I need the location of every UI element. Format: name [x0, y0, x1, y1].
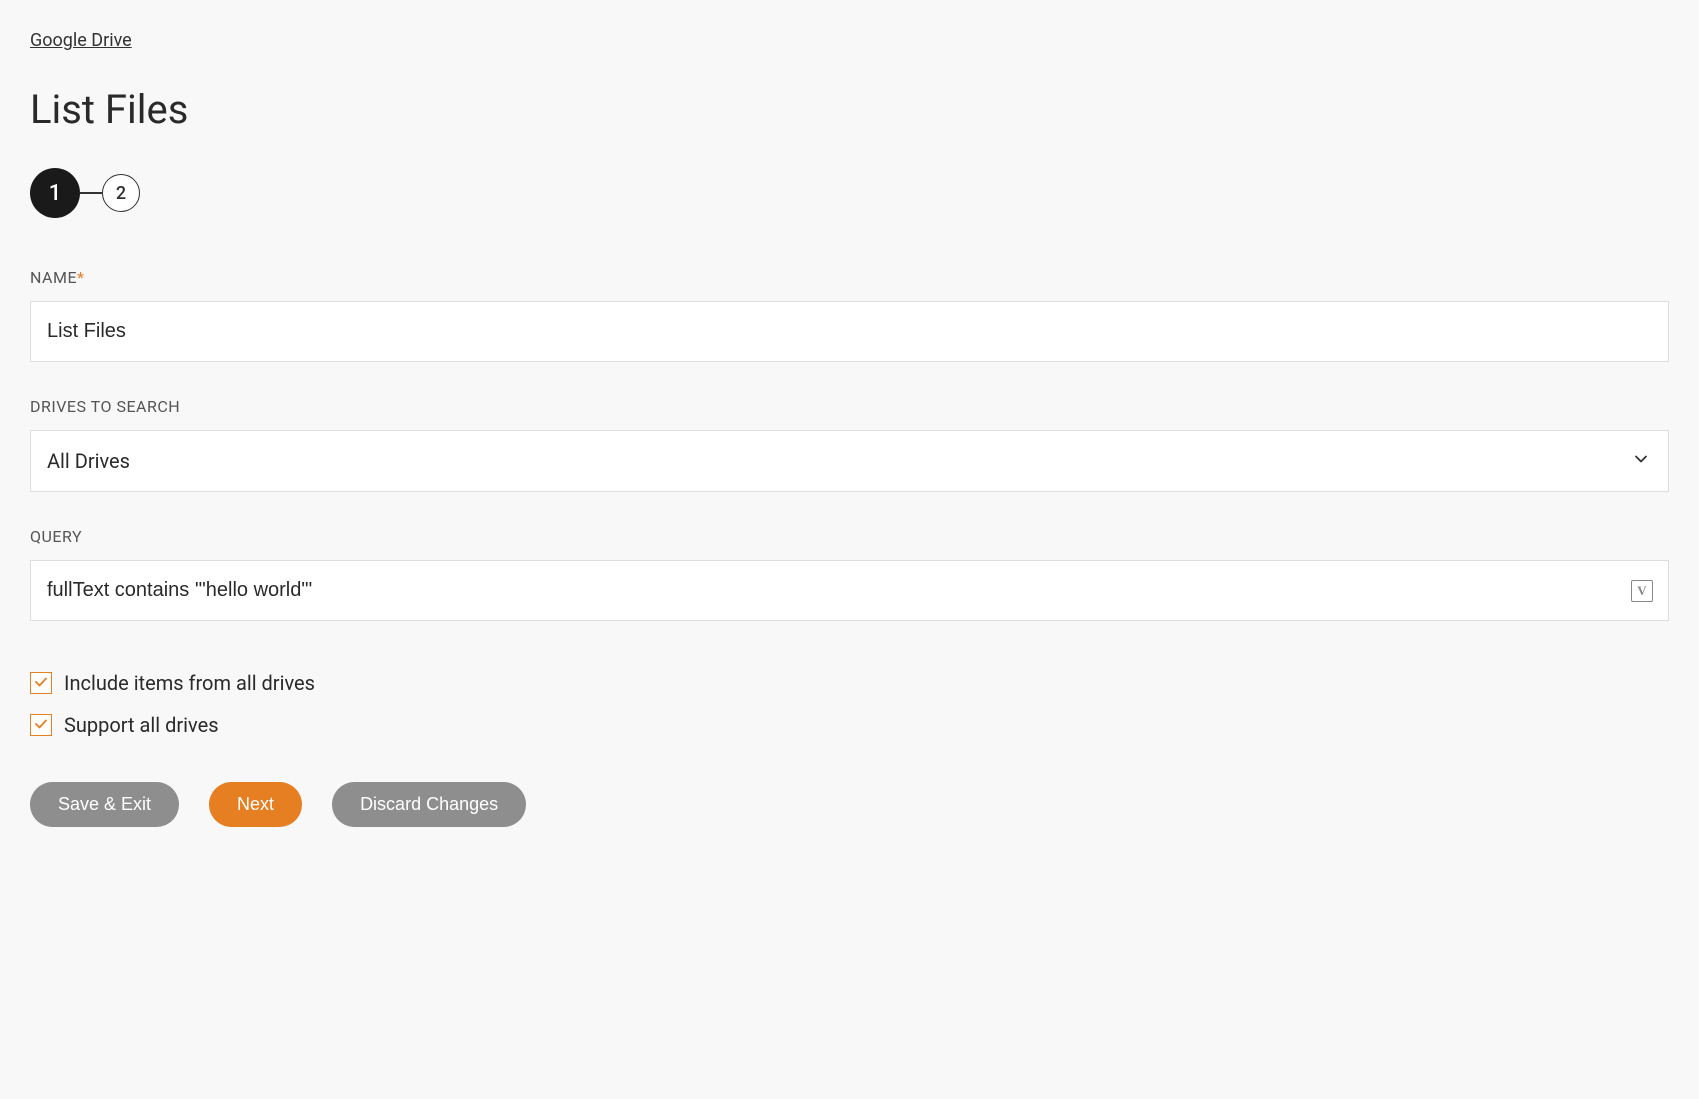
- step-indicator: 1 2: [30, 168, 1669, 218]
- query-input[interactable]: [30, 560, 1669, 621]
- step-1[interactable]: 1: [30, 168, 80, 218]
- include-all-drives-label: Include items from all drives: [64, 671, 315, 695]
- query-input-wrapper: V: [30, 560, 1669, 621]
- discard-changes-button[interactable]: Discard Changes: [332, 782, 526, 827]
- next-button[interactable]: Next: [209, 782, 302, 827]
- drives-select-wrapper: All Drives: [30, 430, 1669, 492]
- required-indicator: *: [77, 268, 84, 287]
- variable-icon[interactable]: V: [1631, 580, 1653, 602]
- checkmark-icon: [34, 716, 48, 735]
- name-label-text: NAME: [30, 268, 77, 287]
- page-title: List Files: [30, 86, 1669, 133]
- drives-field-group: DRIVES TO SEARCH All Drives: [30, 397, 1669, 492]
- name-label: NAME*: [30, 268, 1669, 287]
- support-all-drives-label: Support all drives: [64, 713, 219, 737]
- support-all-drives-checkbox-group: Support all drives: [30, 713, 1669, 737]
- checkmark-icon: [34, 674, 48, 693]
- query-field-group: QUERY V: [30, 527, 1669, 621]
- breadcrumb-link[interactable]: Google Drive: [30, 30, 132, 51]
- name-field-group: NAME*: [30, 268, 1669, 362]
- drives-select[interactable]: All Drives: [30, 430, 1669, 492]
- button-row: Save & Exit Next Discard Changes: [30, 782, 1669, 827]
- save-exit-button[interactable]: Save & Exit: [30, 782, 179, 827]
- name-input[interactable]: [30, 301, 1669, 362]
- include-all-drives-checkbox-group: Include items from all drives: [30, 671, 1669, 695]
- include-all-drives-checkbox[interactable]: [30, 672, 52, 694]
- step-2[interactable]: 2: [102, 174, 140, 212]
- query-label: QUERY: [30, 527, 1669, 546]
- support-all-drives-checkbox[interactable]: [30, 714, 52, 736]
- step-connector: [80, 192, 102, 194]
- checkboxes-section: Include items from all drives Support al…: [30, 671, 1669, 737]
- drives-label: DRIVES TO SEARCH: [30, 397, 1669, 416]
